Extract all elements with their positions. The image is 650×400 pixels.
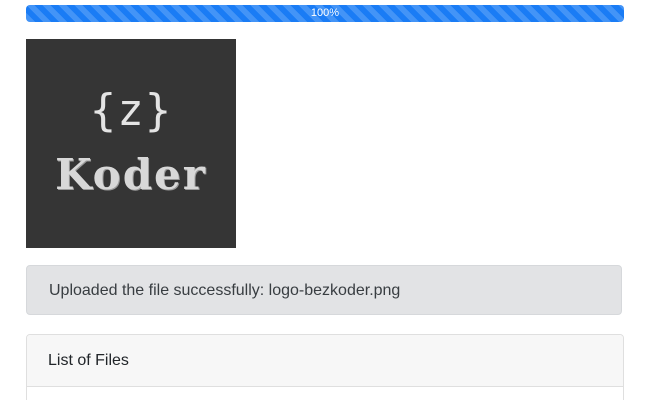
- files-list-header: List of Files: [27, 335, 623, 387]
- logo-word-text: Koder: [55, 150, 207, 199]
- upload-progress-fill: 100%: [26, 5, 624, 22]
- files-list-title: List of Files: [48, 352, 129, 369]
- upload-status-alert: Uploaded the file successfully: logo-bez…: [26, 265, 622, 315]
- upload-status-message: Uploaded the file successfully: logo-bez…: [49, 282, 401, 299]
- logo-braces-text: {z}: [89, 85, 173, 136]
- upload-page: 100% {z} Koder Uploaded the file success…: [0, 0, 650, 400]
- image-preview: {z} Koder: [26, 39, 236, 248]
- files-list-card: List of Files: [26, 334, 624, 400]
- upload-progress-bar: 100%: [26, 5, 624, 22]
